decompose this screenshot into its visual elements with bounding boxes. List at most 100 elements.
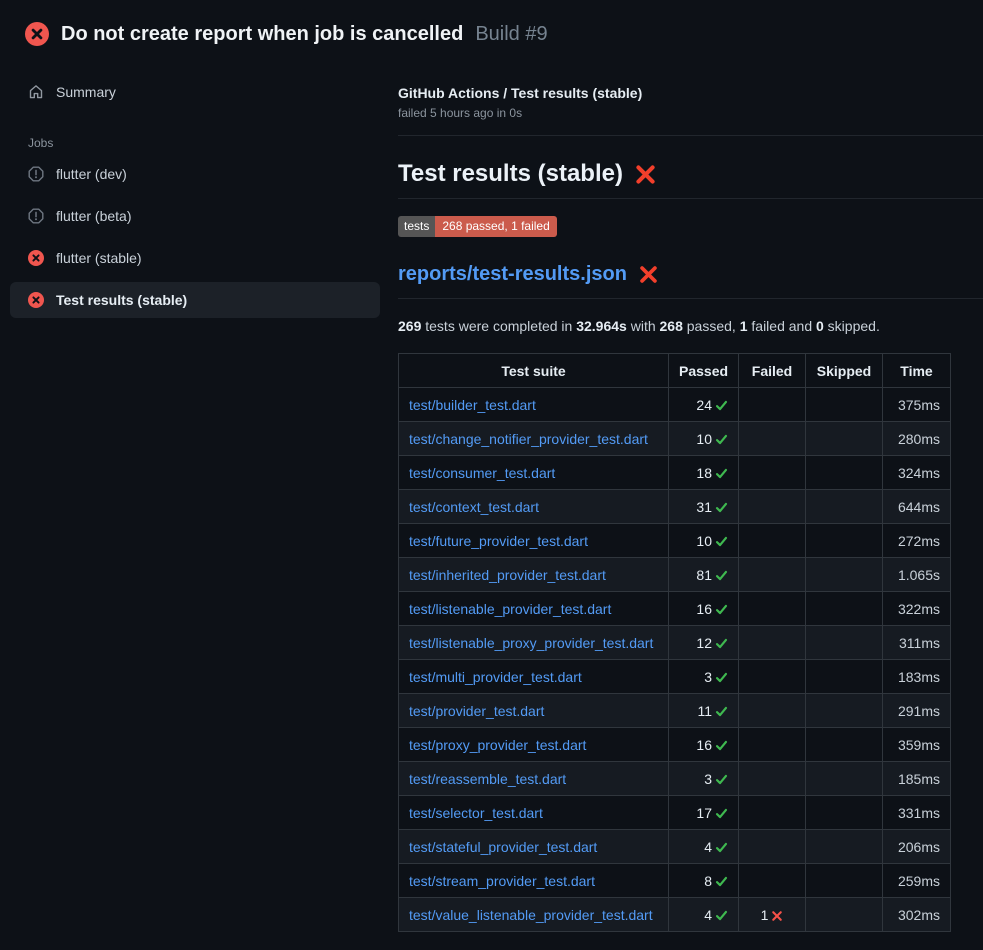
section-title: Test results (stable) [398, 160, 623, 188]
summary-text: tests were completed in [421, 318, 576, 334]
test-suite-link[interactable]: test/consumer_test.dart [409, 465, 555, 481]
time-cell: 302ms [883, 898, 951, 932]
failed-cell [739, 864, 806, 898]
table-row: test/future_provider_test.dart 10 272ms [399, 524, 951, 558]
test-suite-link[interactable]: test/value_listenable_provider_test.dart [409, 907, 653, 923]
check-icon [715, 875, 728, 888]
test-suite-link[interactable]: test/provider_test.dart [409, 703, 544, 719]
breadcrumb: GitHub Actions / Test results (stable) [398, 85, 983, 101]
check-icon [715, 637, 728, 650]
test-suite-link[interactable]: test/future_provider_test.dart [409, 533, 588, 549]
failed-status-icon [25, 22, 49, 46]
test-suite-link[interactable]: test/proxy_provider_test.dart [409, 737, 586, 753]
duration: 32.964s [576, 318, 627, 334]
time-cell: 324ms [883, 456, 951, 490]
check-icon [715, 467, 728, 480]
passed-cell: 12 [669, 626, 739, 660]
table-row: test/proxy_provider_test.dart 16 359ms [399, 728, 951, 762]
passed-cell: 4 [669, 898, 739, 932]
check-icon [715, 399, 728, 412]
failed-cell [739, 660, 806, 694]
skipped-cell [806, 558, 883, 592]
failed-cell [739, 490, 806, 524]
check-icon [715, 603, 728, 616]
skipped-cell [806, 422, 883, 456]
sidebar-item-flutter-stable[interactable]: flutter (stable) [10, 240, 380, 276]
sidebar-item-flutter-dev[interactable]: flutter (dev) [10, 156, 380, 192]
passed-cell: 16 [669, 592, 739, 626]
skipped-cell [806, 864, 883, 898]
passed-cell: 4 [669, 830, 739, 864]
job-label: flutter (dev) [56, 166, 127, 182]
test-suite-link[interactable]: test/multi_provider_test.dart [409, 669, 582, 685]
cancelled-status-icon [28, 166, 44, 182]
failed-cell [739, 694, 806, 728]
run-meta: failed 5 hours ago in 0s [398, 106, 983, 120]
cancelled-status-icon [28, 208, 44, 224]
passed-cell: 31 [669, 490, 739, 524]
table-row: test/value_listenable_provider_test.dart… [399, 898, 951, 932]
failed-cell: 1 [739, 898, 806, 932]
table-row: test/stateful_provider_test.dart 4 206ms [399, 830, 951, 864]
time-cell: 291ms [883, 694, 951, 728]
test-suite-link[interactable]: test/reassemble_test.dart [409, 771, 566, 787]
failed-cell [739, 524, 806, 558]
test-suite-link[interactable]: test/stream_provider_test.dart [409, 873, 595, 889]
sidebar-item-flutter-beta[interactable]: flutter (beta) [10, 198, 380, 234]
test-suite-link[interactable]: test/builder_test.dart [409, 397, 536, 413]
summary-text: passed, [683, 318, 740, 334]
failed-cell [739, 456, 806, 490]
summary-text: failed and [748, 318, 817, 334]
tests-badge: tests 268 passed, 1 failed [398, 216, 557, 237]
failed-cell [739, 558, 806, 592]
time-cell: 322ms [883, 592, 951, 626]
skipped-cell [806, 728, 883, 762]
failed-status-icon [28, 292, 44, 308]
table-row: test/listenable_provider_test.dart 16 32… [399, 592, 951, 626]
skipped-cell [806, 660, 883, 694]
test-suite-link[interactable]: test/inherited_provider_test.dart [409, 567, 606, 583]
skipped-cell [806, 626, 883, 660]
passed-cell: 8 [669, 864, 739, 898]
jobs-section-label: Jobs [0, 136, 390, 150]
job-label: flutter (beta) [56, 208, 131, 224]
failed-cell [739, 388, 806, 422]
check-icon [715, 841, 728, 854]
time-cell: 375ms [883, 388, 951, 422]
test-suite-link[interactable]: test/listenable_provider_test.dart [409, 601, 611, 617]
time-cell: 185ms [883, 762, 951, 796]
skipped-cell [806, 796, 883, 830]
home-icon [28, 84, 44, 100]
skipped-cell [806, 490, 883, 524]
column-header-test-suite: Test suite [399, 354, 669, 388]
column-header-skipped: Skipped [806, 354, 883, 388]
test-suite-link[interactable]: test/listenable_proxy_provider_test.dart [409, 635, 653, 651]
table-row: test/context_test.dart 31 644ms [399, 490, 951, 524]
passed-cell: 24 [669, 388, 739, 422]
time-cell: 644ms [883, 490, 951, 524]
test-suite-link[interactable]: test/context_test.dart [409, 499, 539, 515]
section-heading: Test results (stable) [398, 160, 983, 199]
sidebar-item-test-results-stable[interactable]: Test results (stable) [10, 282, 380, 318]
report-file-link[interactable]: reports/test-results.json [398, 263, 627, 286]
time-cell: 280ms [883, 422, 951, 456]
skipped-cell [806, 694, 883, 728]
sidebar-item-summary[interactable]: Summary [10, 74, 380, 110]
table-header-row: Test suite Passed Failed Skipped Time [399, 354, 951, 388]
test-results-table: Test suite Passed Failed Skipped Time te… [398, 353, 951, 932]
check-icon [715, 433, 728, 446]
skipped-cell [806, 456, 883, 490]
test-suite-link[interactable]: test/stateful_provider_test.dart [409, 839, 597, 855]
passed-cell: 11 [669, 694, 739, 728]
test-suite-link[interactable]: test/change_notifier_provider_test.dart [409, 431, 648, 447]
table-row: test/consumer_test.dart 18 324ms [399, 456, 951, 490]
skipped-cell [806, 388, 883, 422]
skipped-cell [806, 830, 883, 864]
job-label: flutter (stable) [56, 250, 142, 266]
skipped-cell [806, 898, 883, 932]
passed-cell: 3 [669, 660, 739, 694]
table-row: test/inherited_provider_test.dart 81 1.0… [399, 558, 951, 592]
test-suite-link[interactable]: test/selector_test.dart [409, 805, 543, 821]
time-cell: 183ms [883, 660, 951, 694]
main-content: GitHub Actions / Test results (stable) f… [398, 85, 983, 950]
